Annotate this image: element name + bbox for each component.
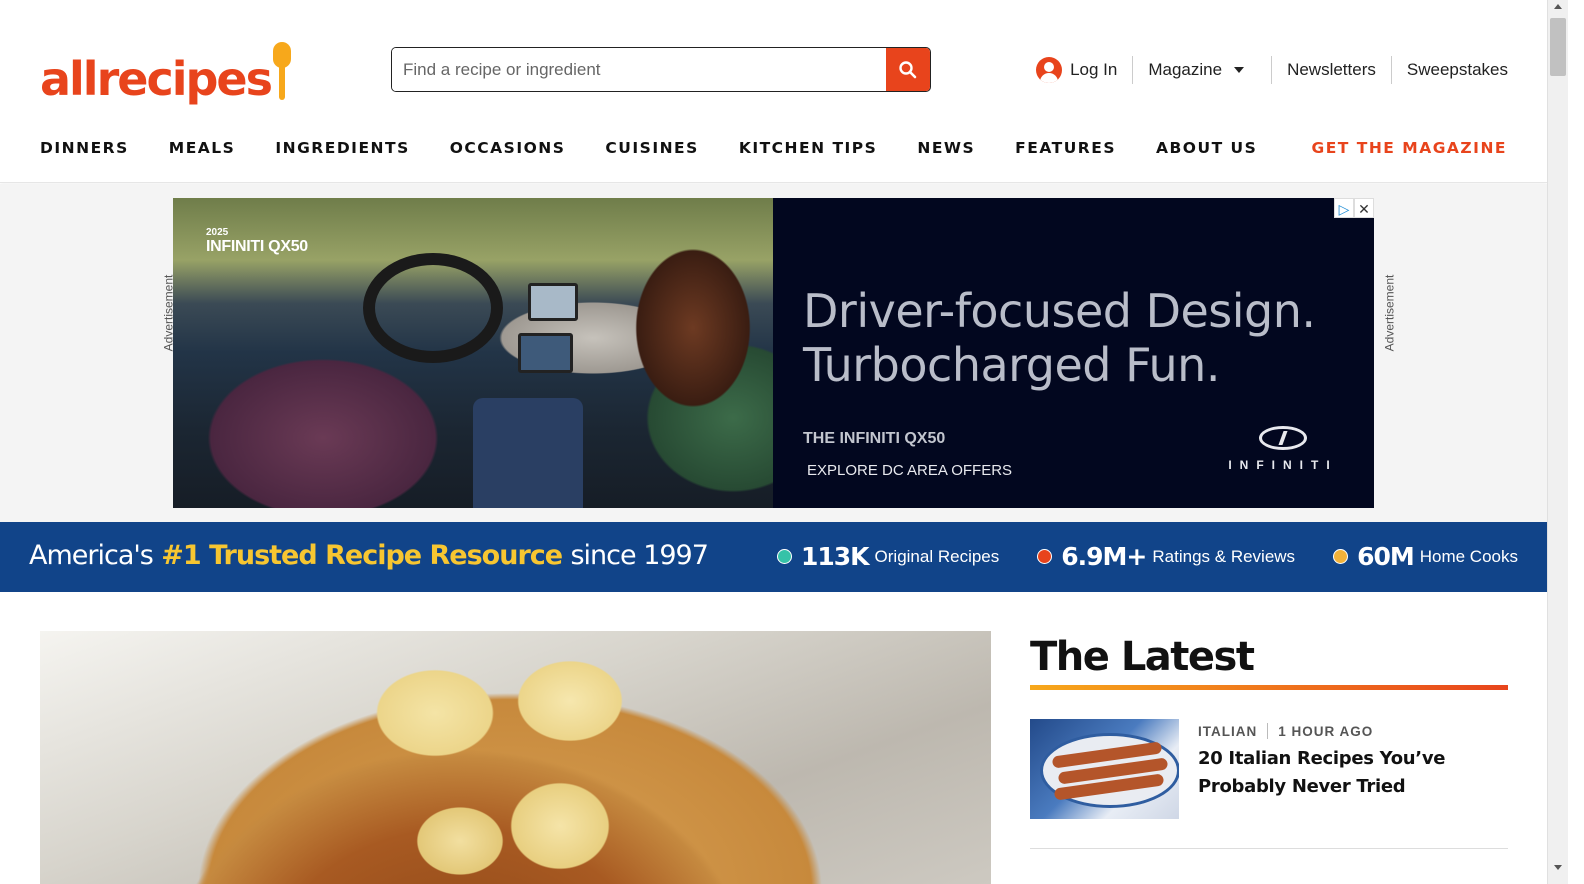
logo-text: allrecipes — [40, 52, 273, 106]
infiniti-emblem-icon — [1259, 426, 1307, 450]
sweepstakes-label: Sweepstakes — [1406, 60, 1508, 79]
trust-banner: America's #1 Trusted Recipe Resource sin… — [0, 522, 1547, 592]
stat-number: 60M — [1357, 542, 1415, 571]
page-scrollbar[interactable] — [1547, 0, 1568, 884]
search-input[interactable] — [392, 48, 886, 91]
nav-item-kitchen-tips[interactable]: KITCHEN TIPS — [739, 139, 878, 157]
sweepstakes-link[interactable]: Sweepstakes — [1392, 55, 1508, 85]
nav-item-features[interactable]: FEATURES — [1015, 139, 1116, 157]
teal-dot-icon — [776, 549, 792, 564]
infiniti-wordmark: INFINITI — [1228, 458, 1338, 472]
stat-label: Home Cooks — [1419, 546, 1518, 566]
stat-number: 6.9M+ — [1061, 542, 1147, 571]
nav-item-meals[interactable]: MEALS — [169, 139, 236, 157]
trust-stats: 113K Original Recipes 6.9M+ Ratings & Re… — [739, 542, 1518, 571]
login-link[interactable]: Log In — [1021, 55, 1132, 85]
user-icon — [1036, 57, 1063, 83]
nav-item-about-us[interactable]: ABOUT US — [1156, 139, 1257, 157]
stat-number: 113K — [800, 542, 870, 571]
scroll-up-icon[interactable] — [1554, 4, 1562, 9]
latest-heading-underline — [1030, 685, 1508, 690]
divider — [1267, 723, 1269, 739]
card-thumbnail-skewers — [1030, 719, 1179, 819]
trust-tagline: America's #1 Trusted Recipe Resource sin… — [29, 540, 709, 571]
close-icon[interactable]: ✕ — [1354, 198, 1374, 218]
magazine-dropdown[interactable]: Magazine — [1133, 55, 1271, 85]
stat-recipes: 113K Original Recipes — [776, 542, 1000, 571]
nav-item-ingredients[interactable]: INGREDIENTS — [275, 139, 409, 157]
ad-offers-link[interactable]: EXPLORE DC AREA OFFERS — [807, 462, 1012, 479]
caret-down-icon — [1234, 67, 1245, 73]
ad-headline-line1: Driver-focused Design. — [803, 284, 1316, 338]
nav-item-occasions[interactable]: OCCASIONS — [450, 139, 566, 157]
trust-suffix: since 1997 — [570, 540, 708, 571]
card-title[interactable]: 20 Italian Recipes You’ve Probably Never… — [1198, 745, 1508, 801]
magazine-label: Magazine — [1148, 60, 1223, 79]
stat-label: Original Recipes — [874, 546, 1000, 566]
login-label: Log In — [1070, 60, 1118, 79]
search-icon — [899, 60, 917, 78]
scrollbar-thumb[interactable] — [1550, 18, 1566, 76]
get-magazine-link[interactable]: GET THE MAGAZINE — [1311, 139, 1507, 157]
ad-banner[interactable]: 2025 INFINITI QX50 Driver-focused Design… — [173, 198, 1374, 508]
latest-card[interactable]: ITALIAN 1 HOUR AGO 20 Italian Recipes Yo… — [1030, 719, 1508, 849]
trust-highlight: #1 Trusted Recipe Resource — [161, 540, 563, 571]
card-category[interactable]: ITALIAN — [1198, 724, 1257, 739]
card-timestamp: 1 HOUR AGO — [1278, 723, 1374, 739]
latest-heading: The Latest — [1030, 634, 1255, 680]
stat-ratings: 6.9M+ Ratings & Reviews — [1037, 542, 1295, 571]
hero-image-banana-pancake[interactable] — [40, 631, 991, 884]
search-bar — [391, 47, 931, 92]
spoon-icon — [273, 42, 292, 102]
nav-item-dinners[interactable]: DINNERS — [40, 139, 129, 157]
ad-choices: ▷ ✕ — [1334, 198, 1374, 218]
ad-model-name: INFINITI QX50 — [206, 238, 308, 255]
stat-home-cooks: 60M Home Cooks — [1333, 542, 1518, 571]
stat-label: Ratings & Reviews — [1152, 546, 1296, 566]
yellow-dot-icon — [1333, 549, 1349, 564]
site-header: allrecipes Log In Magazine Newsletters S… — [0, 0, 1547, 183]
infiniti-logo: INFINITI — [1223, 426, 1343, 472]
ad-headline-line2: Turbocharged Fun. — [803, 338, 1220, 392]
ad-label-right: Advertisement — [1382, 274, 1397, 352]
newsletters-label: Newsletters — [1287, 60, 1376, 79]
ad-headline: Driver-focused Design. Turbocharged Fun. — [803, 284, 1363, 392]
card-meta: ITALIAN 1 HOUR AGO — [1198, 723, 1373, 739]
ad-model-year: 2025 — [206, 227, 229, 238]
allrecipes-logo[interactable]: allrecipes — [40, 38, 292, 106]
search-button[interactable] — [886, 48, 930, 91]
ad-model-badge: 2025 INFINITI QX50 — [206, 228, 308, 256]
trust-prefix: America's — [29, 540, 154, 571]
adchoices-icon[interactable]: ▷ — [1334, 198, 1354, 218]
window-edge — [1568, 0, 1584, 884]
nav-item-news[interactable]: NEWS — [917, 139, 975, 157]
orange-dot-icon — [1037, 549, 1053, 564]
ad-subheading: THE INFINITI QX50 — [803, 430, 946, 447]
utility-nav: Log In Magazine Newsletters Sweepstakes — [1021, 54, 1508, 86]
newsletters-link[interactable]: Newsletters — [1272, 55, 1391, 85]
nav-item-cuisines[interactable]: CUISINES — [605, 139, 698, 157]
main-nav: DINNERS MEALS INGREDIENTS OCCASIONS CUIS… — [40, 136, 1507, 160]
scroll-down-icon[interactable] — [1554, 865, 1562, 870]
